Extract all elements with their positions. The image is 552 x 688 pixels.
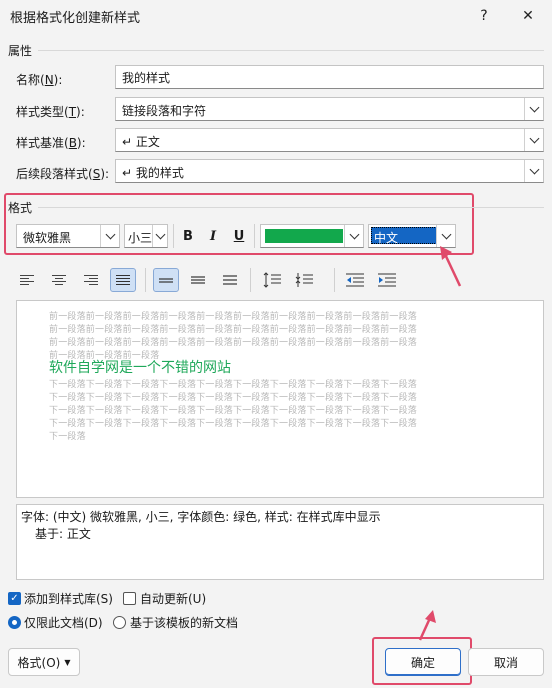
next-style-value: ↵ 我的样式 bbox=[122, 166, 184, 180]
only-this-document-radio[interactable] bbox=[8, 616, 21, 629]
chevron-down-icon bbox=[152, 225, 167, 247]
align-center-icon bbox=[52, 275, 66, 285]
description-line: 字体: (中文) 微软雅黑, 小三, 字体颜色: 绿色, 样式: 在样式库中显示 bbox=[21, 510, 381, 524]
description-line: 基于: 正文 bbox=[35, 527, 91, 541]
only-this-document-label: 仅限此文档(D) bbox=[24, 616, 103, 630]
chevron-down-icon bbox=[344, 225, 363, 247]
align-left-icon bbox=[20, 275, 34, 285]
help-button[interactable]: ? bbox=[462, 0, 506, 32]
chevron-down-icon bbox=[100, 225, 119, 247]
font-color-select[interactable] bbox=[260, 224, 364, 248]
add-to-gallery-checkbox[interactable]: ✓ bbox=[8, 592, 21, 605]
name-input[interactable]: 我的样式 bbox=[115, 65, 544, 89]
italic-button[interactable]: I bbox=[202, 225, 224, 247]
script-value: 中文 bbox=[374, 231, 399, 245]
decrease-indent-button[interactable] bbox=[342, 268, 368, 292]
single-spacing-button[interactable] bbox=[153, 268, 179, 292]
based-on-select[interactable]: ↵ 正文 bbox=[115, 128, 544, 152]
auto-update-checkbox[interactable] bbox=[123, 592, 136, 605]
format-menu-button[interactable]: 格式(O) ▼ bbox=[8, 648, 80, 676]
style-type-label: 样式类型(T): bbox=[16, 105, 85, 119]
caret-down-icon: ▼ bbox=[64, 657, 71, 667]
format-button-label: 格式(O) bbox=[17, 655, 61, 670]
paragraph-spacing-increase-icon bbox=[263, 272, 281, 288]
increase-indent-icon bbox=[378, 273, 396, 287]
properties-divider bbox=[38, 50, 544, 51]
align-justify-button[interactable] bbox=[110, 268, 136, 292]
one-half-spacing-button[interactable] bbox=[185, 268, 211, 292]
chevron-down-icon bbox=[524, 129, 543, 151]
align-right-icon bbox=[84, 275, 98, 285]
increase-spacing-button[interactable] bbox=[259, 268, 285, 292]
font-select[interactable]: 微软雅黑 bbox=[16, 224, 120, 248]
align-left-button[interactable] bbox=[14, 268, 40, 292]
format-section-label: 格式 bbox=[8, 201, 33, 215]
auto-update-label: 自动更新(U) bbox=[140, 592, 207, 606]
increase-indent-button[interactable] bbox=[374, 268, 400, 292]
annotation-arrow-icon bbox=[418, 610, 436, 641]
chevron-down-icon bbox=[524, 98, 543, 120]
dialog-title: 根据格式化创建新样式 bbox=[10, 11, 141, 26]
style-description: 字体: (中文) 微软雅黑, 小三, 字体颜色: 绿色, 样式: 在样式库中显示… bbox=[16, 504, 544, 580]
underline-button[interactable]: U bbox=[228, 225, 250, 247]
font-value: 微软雅黑 bbox=[23, 231, 72, 245]
style-preview: 前一段落前一段落前一段落前一段落前一段落前一段落前一段落前一段落前一段落前一段落… bbox=[16, 300, 544, 498]
double-spacing-button[interactable] bbox=[217, 268, 243, 292]
font-color-swatch bbox=[265, 229, 343, 243]
next-style-select[interactable]: ↵ 我的样式 bbox=[115, 159, 544, 183]
align-center-button[interactable] bbox=[46, 268, 72, 292]
format-divider bbox=[38, 207, 544, 208]
previous-paragraph-text: 前一段落前一段落前一段落前一段落前一段落前一段落前一段落前一段落前一段落前一段落… bbox=[49, 312, 418, 361]
toolbar-separator bbox=[254, 224, 255, 248]
align-right-button[interactable] bbox=[78, 268, 104, 292]
toolbar-separator bbox=[250, 268, 251, 292]
one-half-spacing-icon bbox=[191, 276, 205, 284]
style-type-select[interactable]: 链接段落和字符 bbox=[115, 97, 544, 121]
chevron-down-icon bbox=[524, 160, 543, 182]
title-bar: 根据格式化创建新样式 ? ✕ bbox=[0, 0, 552, 32]
add-to-gallery-label: 添加到样式库(S) bbox=[24, 592, 113, 606]
next-paragraph-text: 下一段落下一段落下一段落下一段落下一段落下一段落下一段落下一段落下一段落下一段落… bbox=[49, 380, 418, 442]
based-on-label: 样式基准(B): bbox=[16, 136, 86, 150]
bold-button[interactable]: B bbox=[177, 225, 199, 247]
close-icon: ✕ bbox=[522, 8, 534, 24]
toolbar-separator bbox=[173, 224, 174, 248]
new-documents-radio[interactable] bbox=[113, 616, 126, 629]
name-label: 名称(N): bbox=[16, 73, 63, 87]
new-documents-label: 基于该模板的新文档 bbox=[130, 616, 239, 630]
sample-text: 软件自学网是一个不错的网站 bbox=[49, 360, 231, 376]
close-button[interactable]: ✕ bbox=[506, 0, 550, 32]
toolbar-separator bbox=[334, 268, 335, 292]
decrease-spacing-button[interactable] bbox=[291, 268, 317, 292]
decrease-indent-icon bbox=[346, 273, 364, 287]
single-spacing-icon bbox=[159, 278, 173, 283]
ok-button[interactable]: 确定 bbox=[385, 648, 461, 676]
style-type-value: 链接段落和字符 bbox=[122, 104, 207, 118]
properties-section-label: 属性 bbox=[8, 44, 33, 58]
based-on-value: ↵ 正文 bbox=[122, 135, 160, 149]
paragraph-spacing-decrease-icon bbox=[295, 273, 313, 287]
align-justify-icon bbox=[116, 275, 130, 285]
annotation-arrow-icon bbox=[440, 246, 462, 287]
font-size-select[interactable]: 小三 bbox=[124, 224, 168, 248]
next-style-label: 后续段落样式(S): bbox=[16, 167, 110, 181]
font-size-value: 小三 bbox=[128, 231, 153, 245]
cancel-button[interactable]: 取消 bbox=[468, 648, 544, 676]
double-spacing-icon bbox=[223, 275, 237, 285]
toolbar-separator bbox=[145, 268, 146, 292]
